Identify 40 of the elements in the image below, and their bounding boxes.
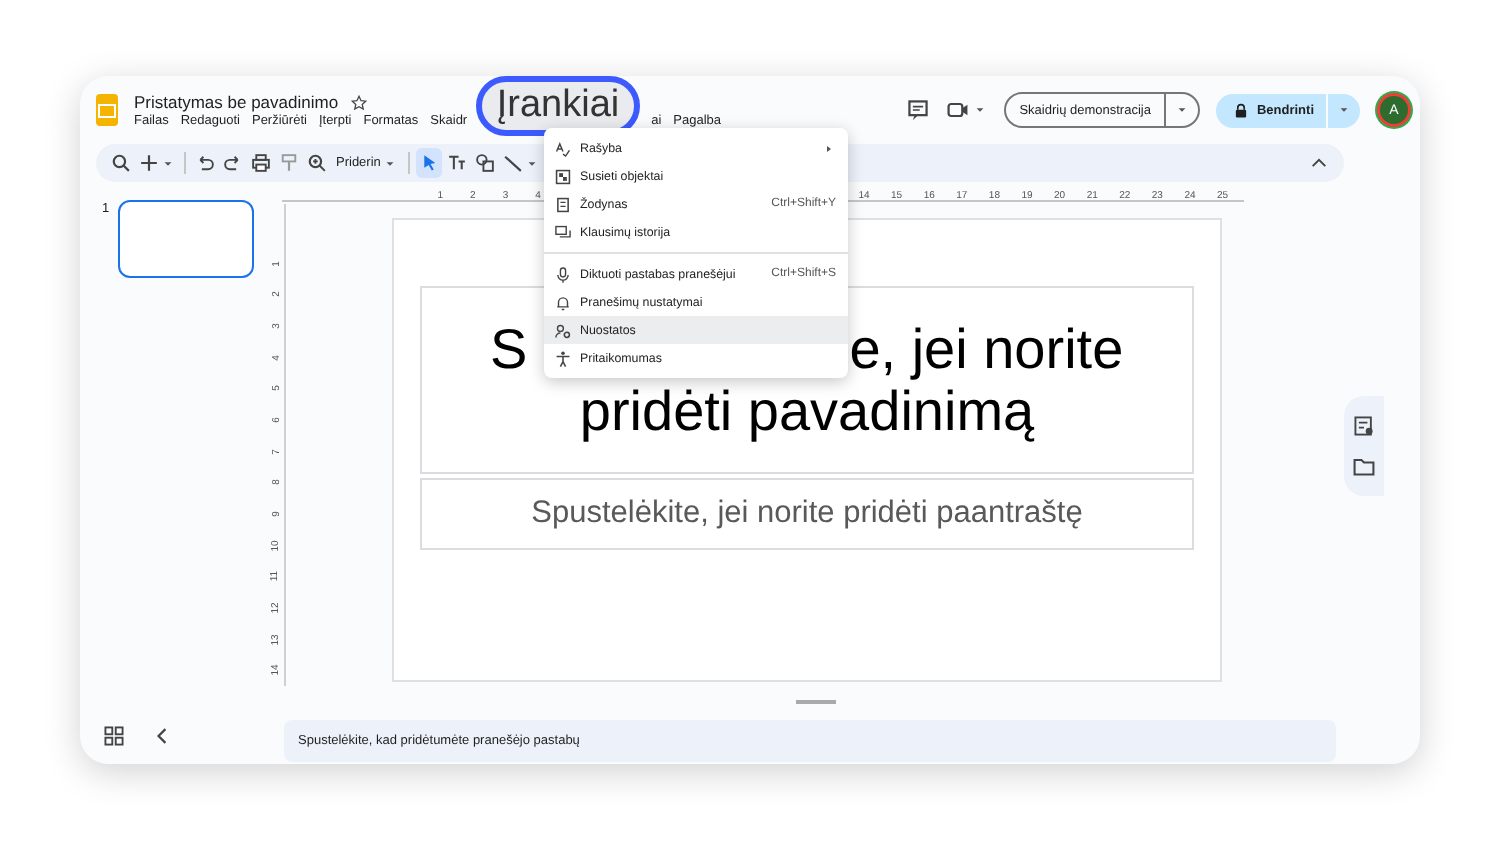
menu-item-icon: [554, 167, 572, 185]
title-text: e, jei norite: [849, 318, 1124, 380]
menu-item-icon: [554, 293, 572, 311]
menu-item-icon: [554, 139, 572, 157]
search-icon: [110, 152, 132, 174]
comment-icon[interactable]: [905, 98, 930, 122]
menu-item-icon: [554, 195, 572, 213]
shape-tool-button[interactable]: [472, 148, 499, 178]
print-button[interactable]: [248, 148, 274, 178]
subtitle-text: Spustelėkite, jei norite pridėti paantraštę: [531, 496, 1083, 532]
document-title[interactable]: Pristatymas be pavadinimo: [134, 92, 339, 112]
menu-item-icon: [554, 321, 572, 339]
zoom-icon: [306, 152, 328, 174]
add-icon: [138, 152, 160, 174]
undo-icon: [194, 152, 216, 174]
grid-view-icon[interactable]: [102, 724, 126, 748]
select-icon: [418, 152, 441, 174]
title-text: S: [490, 318, 528, 380]
redo-icon: [222, 152, 244, 174]
camera-icon: [945, 98, 970, 122]
menu-item-icon: [554, 223, 572, 241]
notes-icon[interactable]: [1352, 414, 1376, 438]
menu-item-icon: [554, 265, 572, 283]
menu-item-icon: [554, 349, 572, 367]
meet-button[interactable]: [945, 98, 988, 122]
resize-handle[interactable]: [796, 700, 836, 704]
slide-thumbnail[interactable]: [117, 200, 254, 278]
star-icon[interactable]: [350, 93, 369, 111]
print-icon: [250, 152, 272, 174]
line-icon: [502, 152, 525, 174]
text-icon: [446, 152, 469, 174]
menu-callout: Įrankiai: [476, 76, 640, 136]
shape-icon: [474, 152, 497, 174]
paint-icon: [278, 152, 300, 174]
folder-icon[interactable]: [1352, 454, 1376, 478]
subtitle-placeholder[interactable]: Spustelėkite, jei norite pridėti paantraštę: [420, 478, 1194, 550]
lock-icon: [1232, 101, 1251, 119]
title-text: pridėti pavadinimą: [579, 380, 1035, 442]
select-tool-button[interactable]: [416, 148, 443, 178]
slides-logo-icon: [96, 94, 118, 126]
